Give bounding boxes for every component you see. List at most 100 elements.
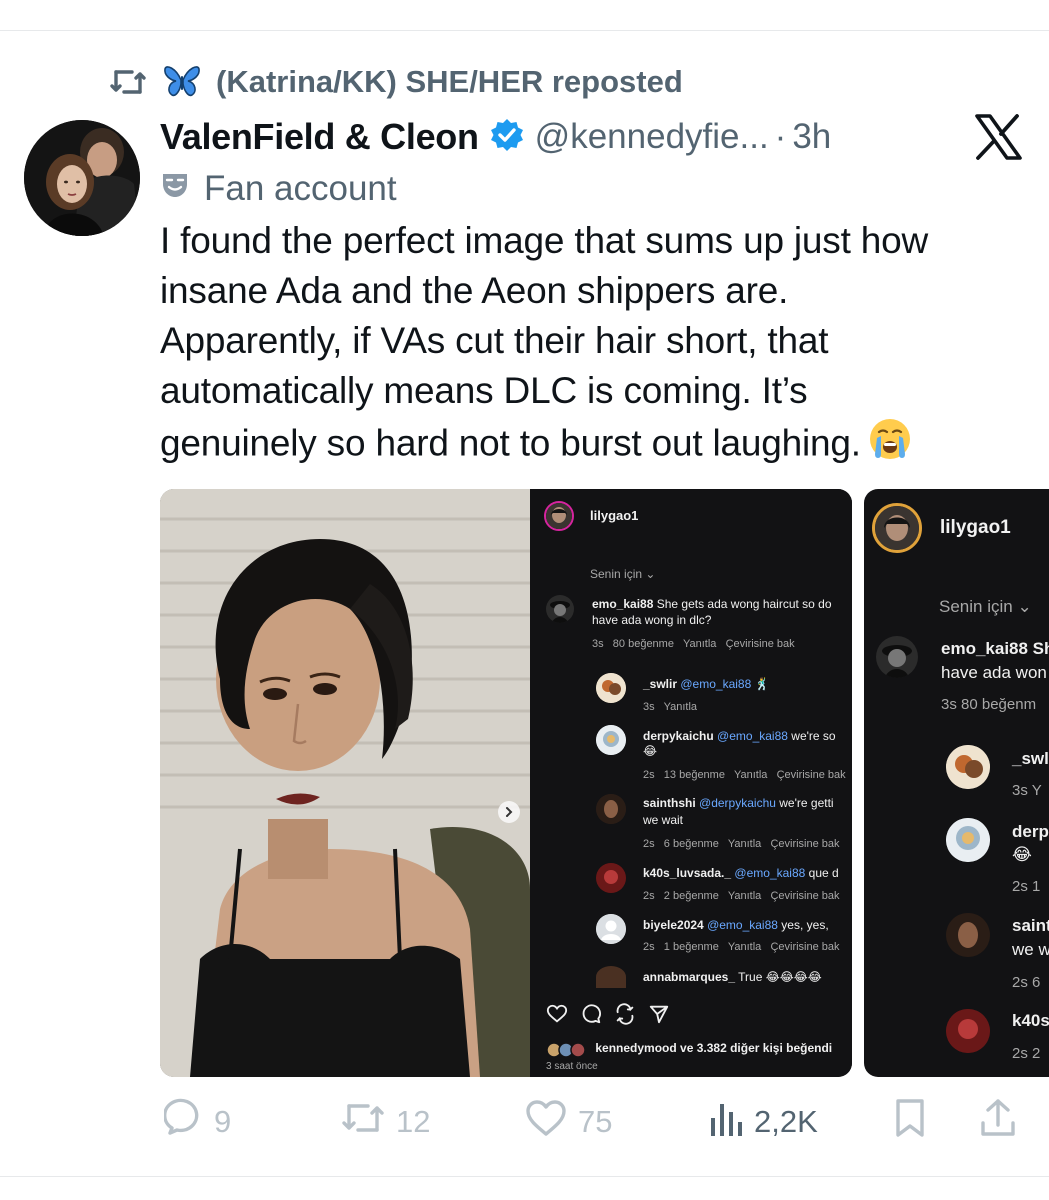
comment-meta: 3s 80 beğenme Yanıtla Çevirisine bak [592,638,795,650]
meta-likes[interactable]: 13 beğenme [664,769,725,781]
comment-avatar[interactable] [876,636,918,678]
meta-translate[interactable]: Çevirisine bak [777,769,846,781]
meta-translate[interactable]: Çevirisine bak [770,838,839,850]
comment-body: we w [1012,940,1049,959]
reply-button[interactable]: 9 [162,1098,232,1146]
tweet-line: genuinely so hard not to burst out laugh… [160,416,1020,475]
comment-mention[interactable]: @emo_kai88 [680,677,751,691]
comment-mention[interactable]: @emo_kai88 [717,729,788,743]
panel-username[interactable]: lilygao1 [590,508,638,523]
story-avatar[interactable] [872,503,922,553]
comment-meta: 3s 80 beğenm [941,696,1037,713]
comment-user[interactable]: derpykaichu [643,729,714,743]
comment-avatar[interactable] [596,914,626,944]
comment-mention[interactable]: @emo_kai88 [707,918,778,932]
liked-by-avatars [546,1042,592,1058]
comment-avatar[interactable] [596,725,626,755]
reply-count: 9 [214,1104,232,1139]
meta-translate[interactable]: Çevirisine bak [726,638,795,650]
comment-avatar[interactable] [946,913,990,957]
comment-user[interactable]: k40s_luvsada._ [643,866,731,880]
bottom-divider [0,1176,1049,1177]
meta-likes[interactable]: 1 beğenme [664,941,719,953]
comment-avatar[interactable] [946,745,990,789]
comment-mention[interactable]: @derpykaichu [699,796,776,810]
panel-section[interactable]: Senin için ⌄ [590,567,655,581]
repost-button[interactable]: 12 [340,1098,430,1146]
meta-reply[interactable]: Yanıtla [728,941,761,953]
comment-text: annabmarques_ True 😂😂😂😂 [643,970,822,984]
account-label: Fan account [160,166,397,212]
meta-translate[interactable]: Çevirisine bak [770,890,839,902]
portrait-photo [160,489,530,1077]
comment-user[interactable]: emo_kai88 [592,597,653,611]
meta-likes[interactable]: 2 beğenme [664,890,719,902]
comment-avatar[interactable] [596,673,626,703]
separator-dot: · [774,117,787,156]
comment-user[interactable]: emo_kai88 Sh [941,639,1049,659]
like-button[interactable]: 75 [524,1098,612,1146]
comment-user[interactable]: derp [1012,822,1049,842]
comment-user[interactable]: _swli [1012,749,1049,769]
next-arrow-icon[interactable] [498,801,520,823]
bookmark-button[interactable] [890,1098,930,1146]
story-avatar[interactable] [544,501,574,531]
meta-reply[interactable]: Yanıtla [683,638,716,650]
views-count: 2,2K [754,1104,818,1139]
comment-text: derpykaichu @emo_kai88 we're so [643,729,836,743]
comment-avatar[interactable] [596,863,626,893]
avatar[interactable] [24,120,140,236]
comment-body-cont: have ada wong in dlc? [592,613,712,627]
share-upload-icon [978,1097,1018,1147]
comment-text: k40s_luvsada._ @emo_kai88 que d [643,866,839,880]
comment-avatar[interactable] [946,1009,990,1053]
post-actions [546,1003,670,1030]
comment-user[interactable]: biyele2024 [643,918,704,932]
views-button[interactable]: 2,2K [708,1098,818,1146]
comment-avatar[interactable] [596,794,626,824]
share-button[interactable] [978,1098,1018,1146]
comment-avatar[interactable] [596,966,626,988]
meta-time: 2s [643,890,655,902]
media-image-1[interactable]: lilygao1 Senin için ⌄ emo_kai88 She gets… [160,489,852,1077]
heart-icon[interactable] [546,1003,568,1030]
tweet-line-text: genuinely so hard not to burst out laugh… [160,422,861,464]
meta-reply[interactable]: Yanıtla [728,838,761,850]
liked-by-user[interactable]: kennedymood [595,1041,676,1055]
comment-user[interactable]: _swlir [643,677,677,691]
meta-likes[interactable]: 80 beğenme [613,638,674,650]
meta-translate[interactable]: Çevirisine bak [770,941,839,953]
x-logo-icon[interactable] [974,114,1022,165]
tweet-actions: 9 12 75 2,2K [0,1098,1049,1146]
comment-meta: 3s Y [1012,782,1042,799]
comment-body: have ada won [941,663,1047,682]
heart-icon [524,1098,568,1146]
comment-user[interactable]: sainthshi [643,796,696,810]
comment-avatar[interactable] [946,818,990,862]
comment-icon[interactable] [580,1003,602,1030]
views-chart-icon [708,1098,744,1146]
comment-mention[interactable]: @emo_kai88 [734,866,805,880]
share-icon[interactable] [648,1003,670,1030]
comment-avatar[interactable] [546,595,574,623]
repost-arrows-icon[interactable] [614,1003,636,1030]
meta-time: 2s [643,941,655,953]
meta-reply[interactable]: Yanıtla [728,890,761,902]
panel-section[interactable]: Senin için ⌄ [939,597,1032,617]
comment-user[interactable]: saint [1012,916,1049,936]
media-image-2[interactable]: lilygao1 Senin için ⌄ emo_kai88 Sh have … [864,489,1049,1077]
meta-reply[interactable]: Yanıtla [664,701,697,713]
comment-user[interactable]: annabmarques_ [643,970,735,984]
display-name[interactable]: ValenField & Cleon [160,116,479,158]
liked-by-text[interactable]: ve 3.382 diğer kişi beğendi [680,1041,832,1055]
meta-reply[interactable]: Yanıtla [734,769,767,781]
comment-user[interactable]: k40s [1012,1011,1049,1031]
comment-text: emo_kai88 She gets ada wong haircut so d… [592,597,832,611]
repost-count: 12 [396,1104,431,1139]
meta-likes[interactable]: 6 beğenme [664,838,719,850]
handle[interactable]: @kennedyfie... [535,117,769,157]
comment-body: we're getti [779,796,834,810]
repost-header[interactable]: (Katrina/KK) SHE/HER reposted [108,60,683,104]
panel-username[interactable]: lilygao1 [940,517,1011,539]
timestamp[interactable]: 3h [792,117,831,157]
